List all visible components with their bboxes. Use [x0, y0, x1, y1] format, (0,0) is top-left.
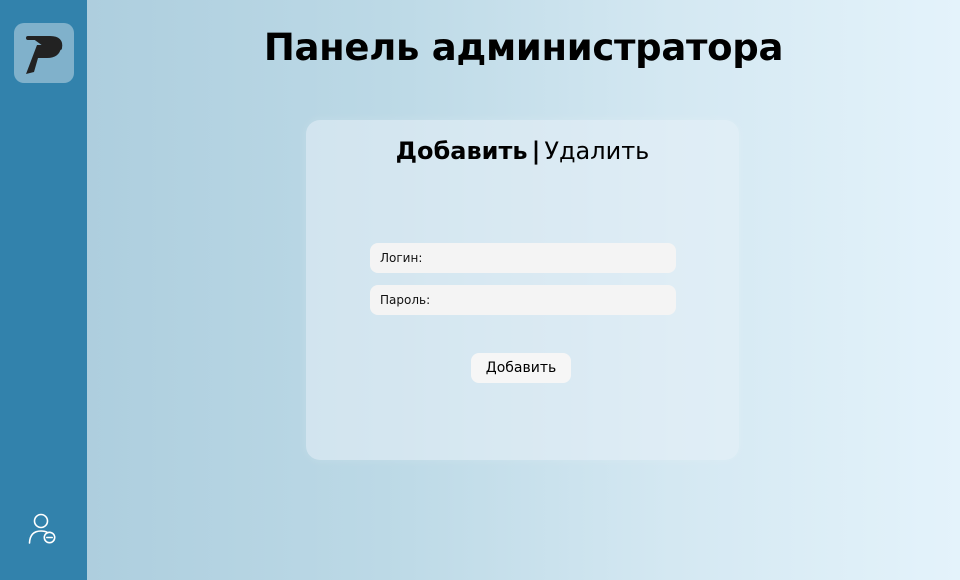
password-input[interactable] — [434, 288, 676, 312]
p-logo-icon — [26, 36, 63, 74]
sidebar — [0, 0, 87, 580]
app-root: Панель администратора Добавить | Удалить Л… — [0, 0, 960, 580]
password-label: Пароль: — [380, 293, 431, 307]
page-title: Панель администратора — [263, 26, 784, 69]
tab-add[interactable]: Добавить — [396, 137, 528, 165]
logo[interactable] — [14, 23, 74, 83]
tab-separator: | — [531, 137, 541, 165]
admin-form-card: Добавить | Удалить Логин: Пароль: Добавить — [306, 120, 739, 460]
login-field[interactable]: Логин: — [370, 243, 676, 273]
add-button[interactable]: Добавить — [471, 353, 571, 383]
tab-bar: Добавить | Удалить — [306, 137, 739, 165]
logout-button[interactable] — [28, 512, 58, 544]
tab-delete[interactable]: Удалить — [544, 137, 649, 165]
login-label: Логин: — [380, 251, 423, 265]
login-input[interactable] — [426, 246, 676, 270]
user-remove-icon — [28, 513, 56, 544]
password-field[interactable]: Пароль: — [370, 285, 676, 315]
